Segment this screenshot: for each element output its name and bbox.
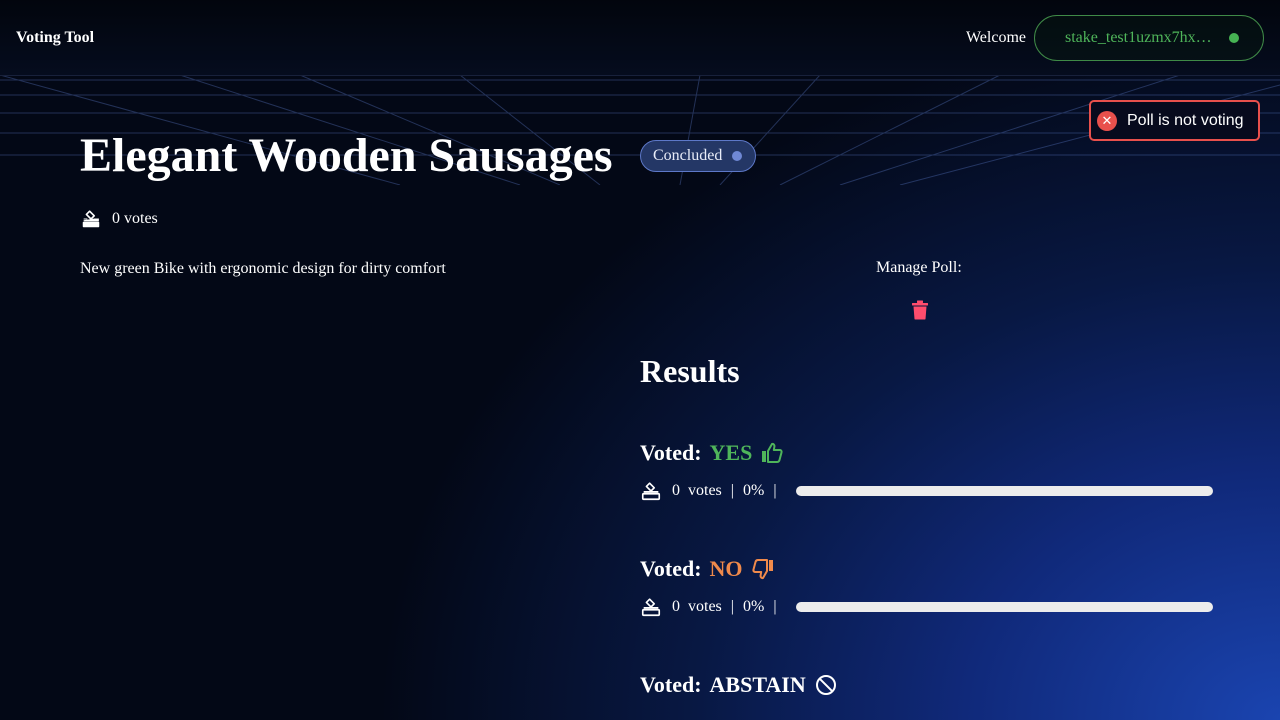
result-stats: 0 votes | 0% |: [640, 480, 1213, 502]
poll-title: Elegant Wooden Sausages: [80, 129, 613, 182]
top-bar: Voting Tool Welcome stake_test1uzmx7hx…: [0, 0, 1280, 76]
header-user-area: Welcome stake_test1uzmx7hx…: [965, 14, 1264, 61]
result-yes: Voted: YES 0 votes | 0% |: [640, 438, 1213, 502]
vote-count: 0: [672, 598, 680, 615]
result-value: ABSTAIN: [709, 672, 806, 697]
vote-percent: 0%: [742, 482, 765, 499]
separator: |: [773, 598, 777, 615]
thumbs-up-icon: [762, 442, 783, 463]
error-toast[interactable]: ✕ Poll is not voting: [1089, 100, 1260, 141]
separator: |: [730, 482, 734, 499]
wallet-button[interactable]: stake_test1uzmx7hx…: [1034, 14, 1264, 61]
voted-label: Voted:: [640, 440, 702, 465]
poll-description: New green Bike with ergonomic design for…: [80, 260, 446, 277]
result-no: Voted: NO 0 votes | 0% |: [640, 554, 1213, 618]
vote-unit: votes: [688, 482, 722, 499]
progress-bar: [795, 602, 1213, 612]
vote-count: 0: [672, 482, 680, 499]
status-badge: Concluded: [640, 140, 756, 172]
result-value: YES: [709, 440, 753, 465]
separator: |: [773, 482, 777, 499]
status-dot: [732, 151, 743, 161]
result-abstain: Voted: ABSTAIN: [640, 670, 1200, 700]
welcome-text: Welcome: [965, 28, 1026, 46]
vote-unit: votes: [688, 598, 722, 615]
error-x-icon: ✕: [1097, 110, 1117, 131]
voted-label: Voted:: [640, 556, 702, 581]
voted-label: Voted:: [640, 672, 702, 697]
wallet-address: stake_test1uzmx7hx…: [1065, 28, 1212, 46]
trash-icon[interactable]: [911, 300, 929, 320]
progress-bar: [795, 486, 1213, 496]
thumbs-down-icon: [751, 559, 773, 580]
ballot-box-icon: [641, 598, 661, 617]
separator: |: [730, 598, 734, 615]
ballot-box-icon: [82, 210, 100, 228]
abstain-icon: [815, 675, 836, 695]
ballot-box-icon: [641, 482, 661, 501]
toast-message: Poll is not voting: [1127, 111, 1244, 129]
result-heading: Voted: YES: [640, 438, 1200, 468]
manage-poll-label: Manage Poll:: [876, 259, 962, 276]
result-heading: Voted: NO: [640, 554, 1200, 584]
total-votes-label: 0 votes: [112, 210, 158, 227]
result-stats: 0 votes | 0% |: [640, 596, 1213, 618]
connected-status-dot: [1229, 32, 1239, 43]
result-value: NO: [709, 556, 743, 581]
vote-percent: 0%: [742, 598, 765, 615]
total-votes: 0 votes: [80, 208, 158, 230]
status-label: Concluded: [653, 147, 723, 164]
result-heading: Voted: ABSTAIN: [640, 670, 1200, 700]
app-title[interactable]: Voting Tool: [16, 29, 94, 47]
results-heading: Results: [640, 353, 740, 389]
